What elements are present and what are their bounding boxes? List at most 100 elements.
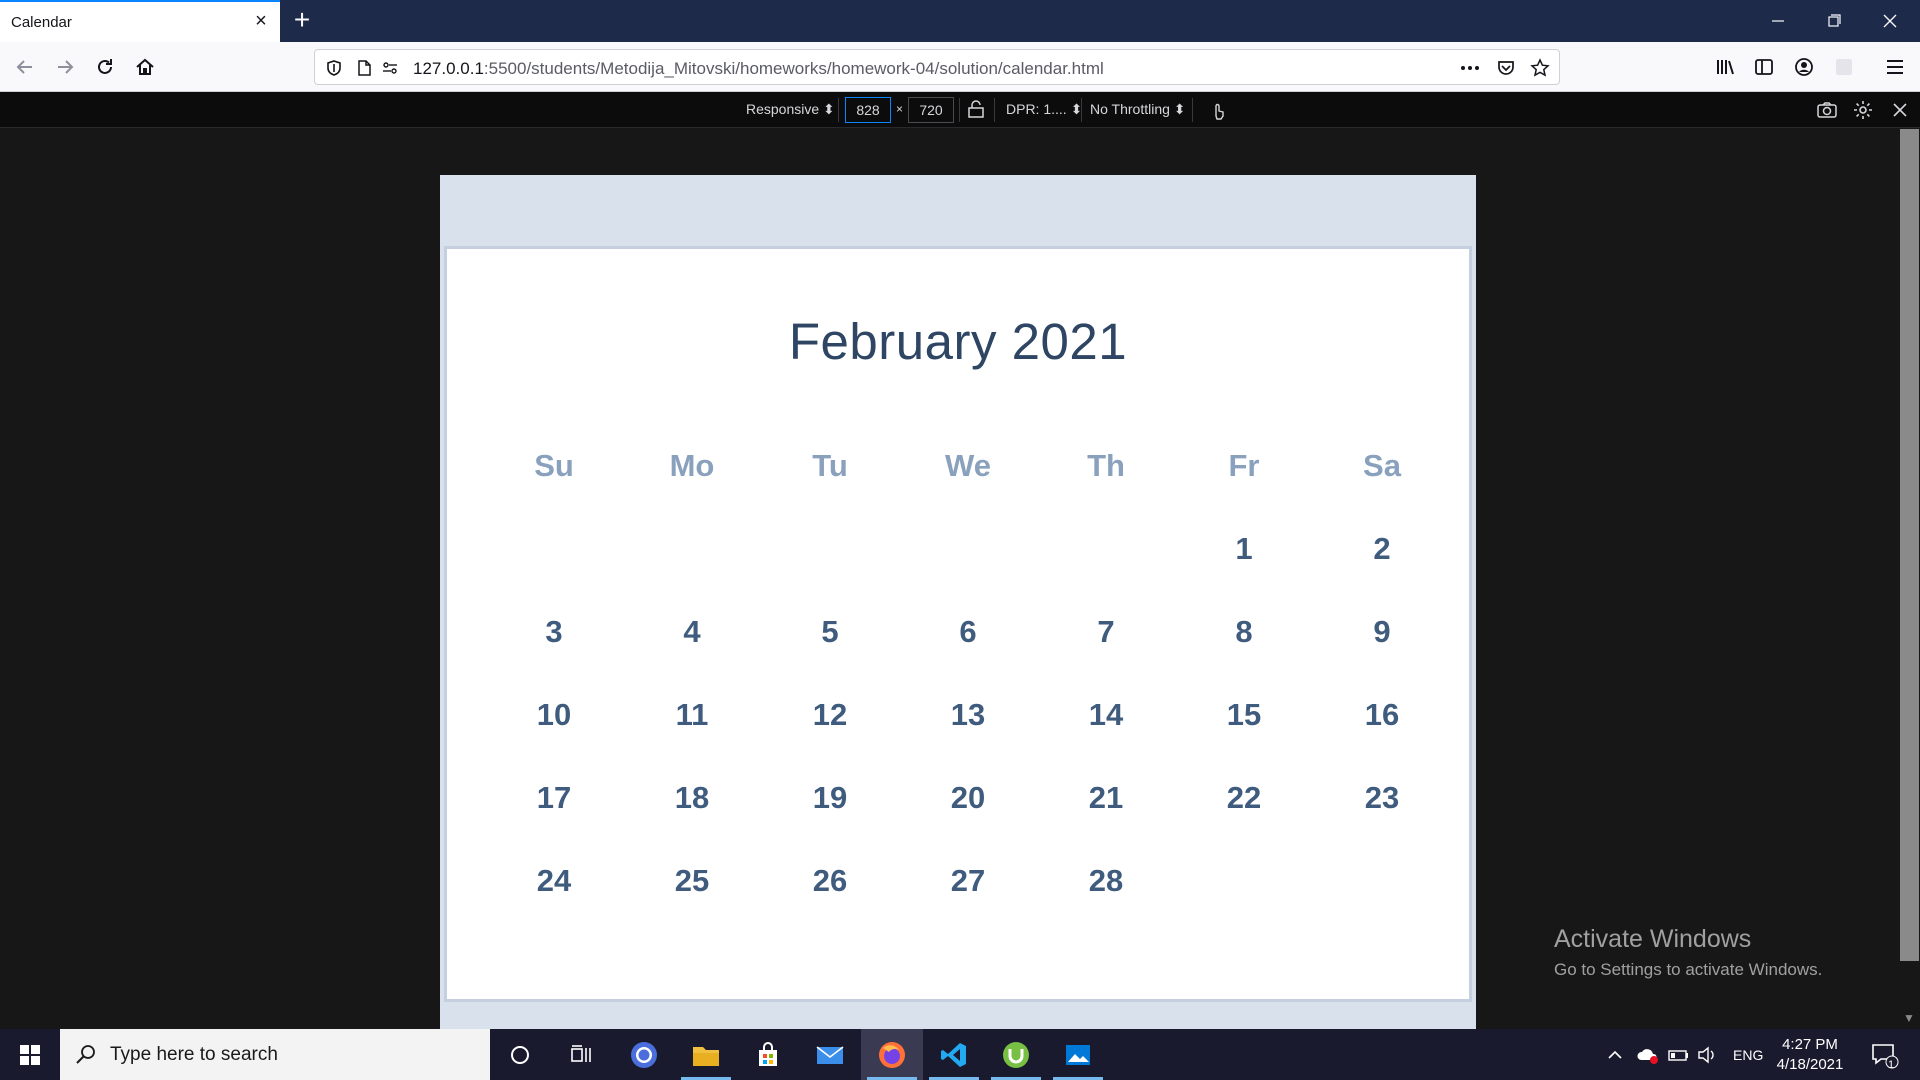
watermark-title: Activate Windows [1554,925,1752,953]
photos-icon[interactable] [1047,1029,1109,1080]
bookmark-star-icon[interactable] [1529,57,1551,79]
calendar-day: 1 [1235,530,1253,566]
extension-icon[interactable] [1827,50,1861,84]
calendar-day: 2 [1373,530,1391,566]
url-text[interactable]: 127.0.0.1:5500/students/Metodija_Mitovsk… [413,59,1104,79]
notification-center-icon[interactable]: 1 [1869,1029,1899,1080]
throttling-selector[interactable]: No Throttling ⬍ [1090,101,1186,118]
shield-icon[interactable] [323,57,345,79]
close-window-icon[interactable] [1862,0,1918,42]
calendar-day: 4 [683,613,701,649]
calendar-day [1313,839,1451,922]
weekday-header: Th [1087,447,1125,483]
calendar-day: 17 [536,779,572,815]
calendar-day: 8 [1235,613,1253,649]
calendar-day [761,507,899,590]
chrome-icon[interactable] [613,1029,675,1080]
vscode-icon[interactable] [923,1029,985,1080]
viewport-width-input[interactable]: 828 [845,97,891,123]
calendar-day: 20 [950,779,986,815]
restore-icon[interactable] [1806,0,1862,42]
calendar-day: 11 [675,696,709,732]
task-view-icon[interactable] [551,1029,613,1080]
calendar-day: 13 [950,696,986,732]
cortana-icon[interactable] [489,1029,551,1080]
clock[interactable]: 4:27 PM 4/18/2021 [1760,1035,1860,1075]
forward-icon[interactable] [48,50,82,84]
touch-simulation-icon[interactable] [1206,98,1230,122]
new-tab-icon[interactable]: + [287,6,317,36]
device-selector[interactable]: Responsive ⬍ [746,101,835,118]
calendar-day: 24 [536,862,572,898]
volume-icon[interactable] [1697,1029,1717,1080]
url-host: 127.0.0.1 [413,59,484,78]
calendar-day: 7 [1097,613,1115,649]
calendar-day: 12 [812,696,848,732]
language-indicator[interactable]: ENG [1733,1029,1763,1080]
url-bar[interactable]: 127.0.0.1:5500/students/Metodija_Mitovsk… [314,49,1560,85]
calendar-card: February 2021 Su Mo Tu We Th Fr Sa 1 2 3… [444,246,1472,1002]
weekday-header: Su [534,447,574,483]
tab-strip: Calendar × + [0,0,1920,42]
clock-time: 4:27 PM [1782,1036,1838,1053]
calendar-day: 15 [1226,696,1262,732]
file-explorer-icon[interactable] [675,1029,737,1080]
calendar-day: 18 [674,779,710,815]
calendar-day [1037,507,1175,590]
tab-close-icon[interactable]: × [252,11,270,31]
battery-icon[interactable] [1668,1029,1690,1080]
page-actions-icon[interactable] [1459,57,1481,79]
viewport-height-input[interactable]: 720 [908,97,954,123]
dpr-selector[interactable]: DPR: 1.... ⬍ [1006,101,1082,118]
calendar-day: 21 [1088,779,1124,815]
calendar-title: February 2021 [788,313,1128,370]
firefox-icon[interactable] [861,1029,923,1080]
taskbar-search-input[interactable]: Type here to search [60,1029,490,1080]
scroll-down-icon[interactable]: ▼ [1903,1011,1915,1025]
home-icon[interactable] [128,50,162,84]
store-icon[interactable] [737,1029,799,1080]
url-path: :5500/students/Metodija_Mitovski/homewor… [483,59,1104,78]
tray-chevron-icon[interactable] [1606,1029,1624,1080]
calendar-day: 10 [536,696,572,732]
calendar-day [1175,839,1313,922]
back-icon[interactable] [8,50,42,84]
calendar-day: 22 [1226,779,1262,815]
calendar-day [485,507,623,590]
library-icon[interactable] [1708,50,1742,84]
onedrive-icon[interactable] [1636,1029,1660,1080]
weekday-header: Mo [669,447,715,483]
sidebar-icon[interactable] [1747,50,1781,84]
utorrent-icon[interactable] [985,1029,1047,1080]
settings-gear-icon[interactable] [1851,98,1875,122]
calendar-day: 28 [1088,862,1124,898]
clock-date: 4/18/2021 [1776,1056,1844,1073]
search-icon [74,1043,98,1067]
responsive-design-toolbar: Responsive ⬍ 828 × 720 DPR: 1.... ⬍ No T… [0,92,1920,128]
minimize-icon[interactable] [1750,0,1806,42]
close-rdm-icon[interactable] [1888,98,1912,122]
dimension-times: × [896,102,904,116]
reload-icon[interactable] [88,50,122,84]
calendar-day [899,507,1037,590]
permissions-icon[interactable] [379,57,401,79]
scrollbar-thumb[interactable] [1900,129,1919,961]
calendar-grid: Su Mo Tu We Th Fr Sa 1 2 3 4 5 6 7 8 9 1… [485,424,1451,922]
pocket-icon[interactable] [1495,57,1517,79]
calendar-day: 14 [1088,696,1124,732]
rotate-viewport-icon[interactable] [964,98,988,122]
account-icon[interactable] [1787,50,1821,84]
screenshot-camera-icon[interactable] [1815,98,1839,122]
activate-windows-watermark: Activate Windows Go to Settings to activ… [1554,925,1822,980]
tab-calendar[interactable]: Calendar × [0,0,280,42]
menu-hamburger-icon[interactable] [1878,50,1912,84]
navigation-toolbar: 127.0.0.1:5500/students/Metodija_Mitovsk… [0,42,1920,92]
page-icon[interactable] [353,57,375,79]
calendar-day: 5 [821,613,839,649]
mail-icon[interactable] [799,1029,861,1080]
windows-start-icon[interactable] [0,1029,60,1080]
weekday-header: Fr [1228,447,1260,483]
weekday-header: We [945,447,991,483]
device-viewport: February 2021 Su Mo Tu We Th Fr Sa 1 2 3… [440,175,1476,1029]
calendar-day: 9 [1373,613,1391,649]
